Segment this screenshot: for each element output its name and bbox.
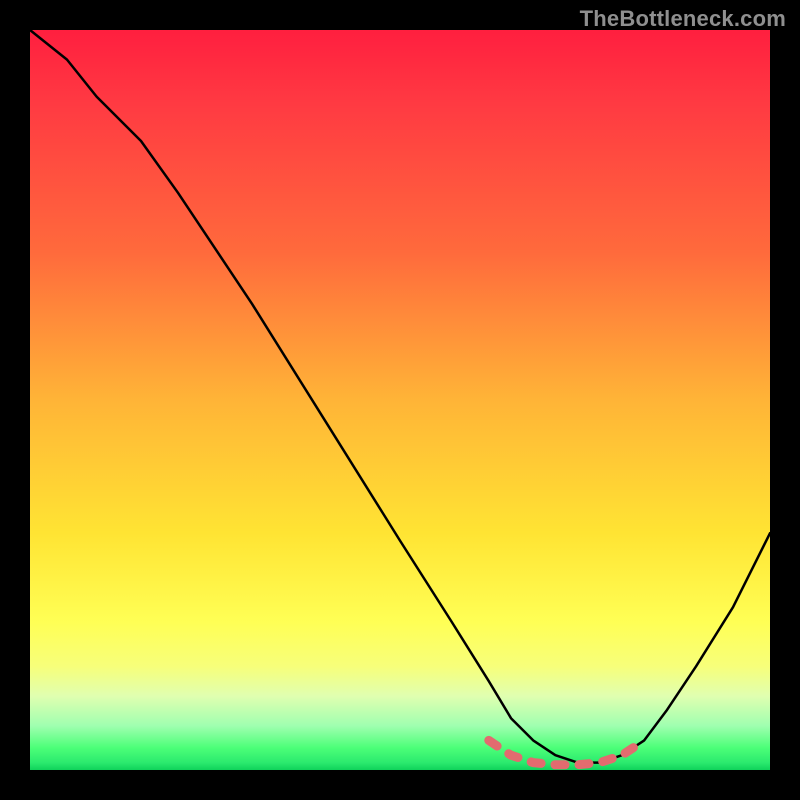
watermark-text: TheBottleneck.com (580, 6, 786, 32)
bottleneck-curve-path (30, 30, 770, 763)
plot-area (30, 30, 770, 770)
chart-frame: TheBottleneck.com (0, 0, 800, 800)
chart-svg (30, 30, 770, 770)
optimum-band-path (489, 740, 644, 764)
